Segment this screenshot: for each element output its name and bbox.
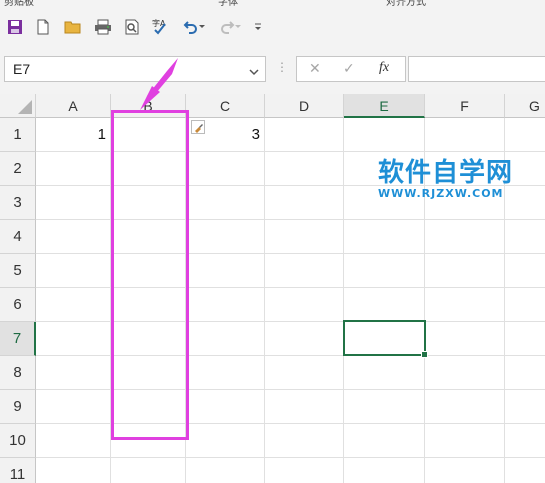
annotation-arrow (140, 58, 178, 110)
